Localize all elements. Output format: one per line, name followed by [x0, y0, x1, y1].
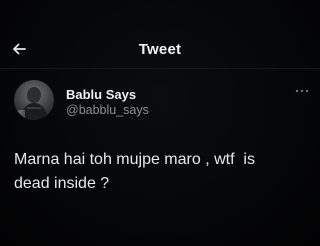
header: Tweet: [0, 0, 320, 92]
tweet-screen: Tweet Bablu Says @babblu_says Marna hai …: [0, 0, 320, 246]
page-title: Tweet: [138, 41, 182, 58]
tweet-text: Marna hai toh mujpe maro , wtf is dead i…: [14, 151, 255, 192]
avatar[interactable]: [14, 80, 54, 120]
more-options-button[interactable]: [294, 85, 310, 97]
author-display-name[interactable]: Bablu Says: [66, 87, 136, 102]
more-dots-icon: [295, 89, 309, 93]
avatar-image: [14, 80, 54, 120]
author-handle[interactable]: @babblu_says: [66, 103, 149, 117]
header-divider: [0, 68, 320, 69]
